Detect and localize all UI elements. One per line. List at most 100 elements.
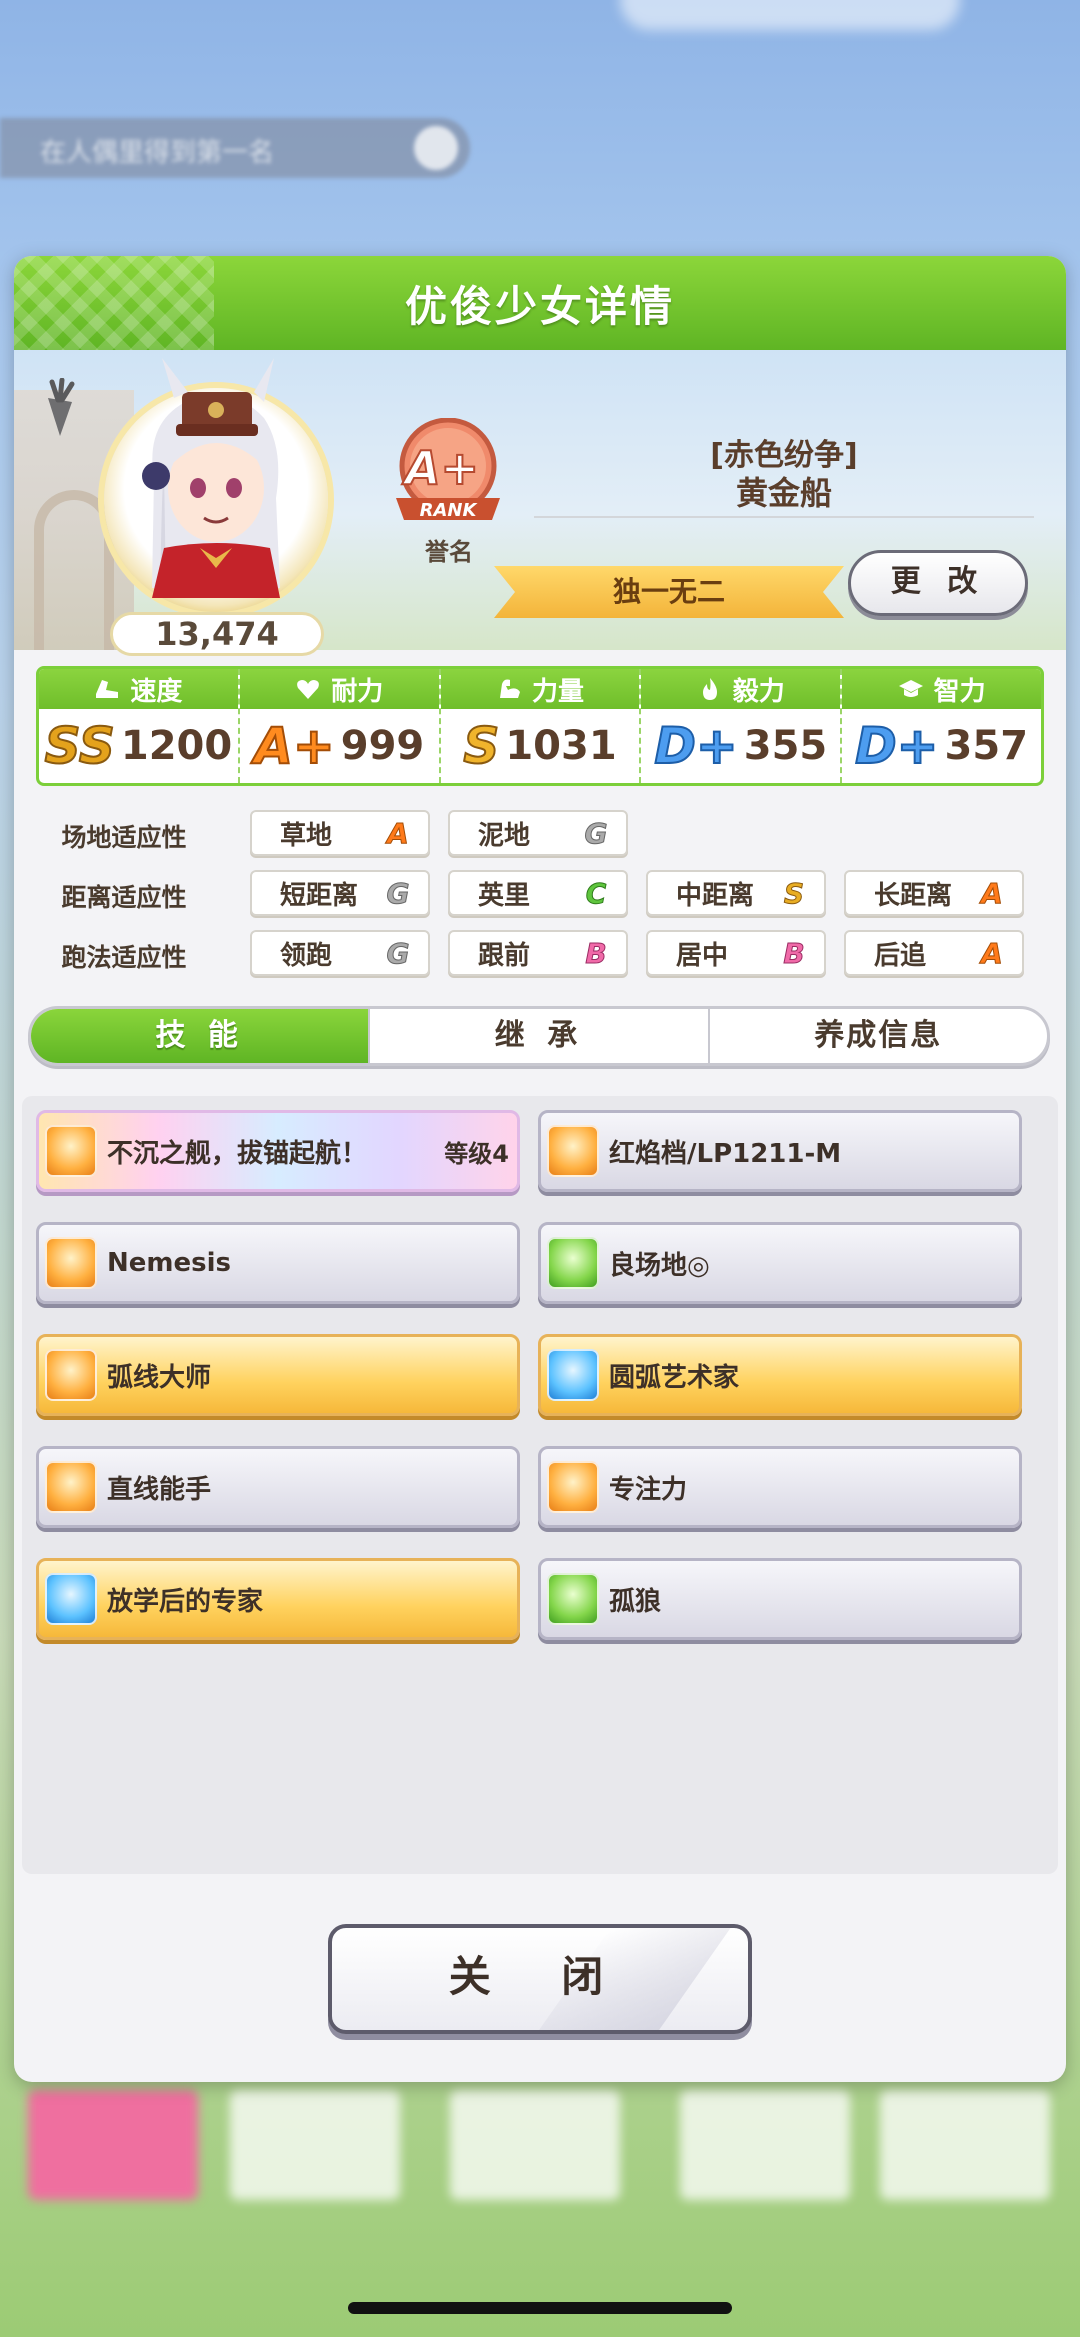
skill-item[interactable]: 专注力 xyxy=(538,1446,1022,1528)
skills-list: 不沉之舰，拔锚起航！ 等级4 红焰档/LP1211-M Nemesis 良场地◎… xyxy=(22,1096,1058,1874)
skill-name: 直线能手 xyxy=(107,1474,212,1505)
stat-label: 智力 xyxy=(933,676,986,707)
aptitude-grade: S xyxy=(783,876,805,910)
stat-grade: A+ xyxy=(253,717,336,775)
stat-power: 力量 S 1031 xyxy=(440,669,642,783)
skill-item[interactable]: 孤狼 xyxy=(538,1558,1022,1640)
rank-name: 誉名 xyxy=(425,538,473,566)
shoe-icon xyxy=(96,680,119,698)
stat-value: 1200 xyxy=(120,723,233,769)
change-title-button[interactable]: 更 改 xyxy=(848,550,1028,616)
stat-body: D+ 355 xyxy=(641,709,840,783)
aptitude-chip: 草地 A xyxy=(250,810,430,856)
tab-training-info[interactable]: 养成信息 xyxy=(710,1009,1047,1063)
aptitude-name: 短距离 xyxy=(280,880,359,911)
skill-item[interactable]: 红焰档/LP1211-M xyxy=(538,1110,1022,1192)
skill-item[interactable]: 良场地◎ xyxy=(538,1222,1022,1304)
name-divider xyxy=(534,516,1034,518)
background-nav-tile xyxy=(230,2090,400,2200)
home-indicator[interactable] xyxy=(348,2302,732,2314)
umamusume-detail-dialog: 优俊少女详情 13,474 A+ RANK 誉名 [赤色纷争] 黄金船 独一无二… xyxy=(14,256,1066,2082)
background-nav-tile xyxy=(680,2090,850,2200)
muscle-icon xyxy=(499,679,520,698)
skill-power-icon xyxy=(547,1237,599,1289)
stat-body: S 1031 xyxy=(441,709,640,783)
skill-recovery-icon xyxy=(45,1573,97,1625)
aptitude-name: 泥地 xyxy=(478,820,531,851)
stat-header: 速度 xyxy=(39,669,238,709)
profile-section: 13,474 A+ RANK 誉名 [赤色纷争] 黄金船 独一无二 更 改 xyxy=(14,350,1066,656)
stat-grade: SS xyxy=(44,717,116,775)
stat-label: 耐力 xyxy=(331,676,384,707)
stats-table: 速度 SS 1200 耐力 A+ 999 力量 S 1031 毅力 D+ 355… xyxy=(36,666,1044,786)
rank-badge-icon: A+ RANK xyxy=(396,418,500,521)
skill-name: 红焰档/LP1211-M xyxy=(609,1138,842,1169)
background-arch xyxy=(34,490,114,650)
rank-badge-grade: A+ xyxy=(402,441,479,495)
stat-grade: D+ xyxy=(653,717,738,775)
background-notification: 在人偶里得到第一名 xyxy=(0,118,470,178)
header-pattern xyxy=(14,256,214,350)
carrot-icon xyxy=(48,378,75,436)
character-portrait[interactable] xyxy=(104,358,328,612)
aptitude-grade: G xyxy=(584,816,608,850)
aptitude-name: 长距离 xyxy=(874,880,953,911)
skill-item[interactable]: 直线能手 xyxy=(36,1446,520,1528)
stat-speed: 速度 SS 1200 xyxy=(39,669,240,783)
evaluation-score: 13,474 xyxy=(110,612,324,656)
aptitude-grade: G xyxy=(386,876,410,910)
aptitude-row-track: 场地适应性 草地 A 泥地 G xyxy=(54,810,1054,860)
skill-speed-icon xyxy=(547,1125,599,1177)
skill-item[interactable]: Nemesis xyxy=(36,1222,520,1304)
close-button[interactable]: 关 闭 xyxy=(328,1924,752,2034)
aptitude-grade: A xyxy=(981,876,1004,910)
stat-grade: D+ xyxy=(854,717,939,775)
aptitude-chip: 中距离 S xyxy=(646,870,826,916)
skill-name: 良场地◎ xyxy=(609,1250,710,1281)
aptitude-chip: 居中 B xyxy=(646,930,826,976)
skill-speed-icon xyxy=(45,1461,97,1513)
flame-icon xyxy=(702,678,717,700)
aptitude-grade: C xyxy=(585,876,607,910)
aptitude-name: 草地 xyxy=(280,820,333,851)
stat-value: 999 xyxy=(340,723,425,769)
tab-skills[interactable]: 技 能 xyxy=(31,1009,371,1063)
character-title-banner: 独一无二 xyxy=(494,566,844,618)
aptitude-label: 场地适应性 xyxy=(61,823,187,852)
skill-item[interactable]: 圆弧艺术家 xyxy=(538,1334,1022,1416)
tab-inheritance[interactable]: 继 承 xyxy=(370,1009,710,1063)
background-cloud xyxy=(620,0,960,30)
skill-name: 专注力 xyxy=(609,1474,688,1505)
close-button-label: 关 闭 xyxy=(448,1952,632,2001)
aptitude-chip: 长距离 A xyxy=(844,870,1024,916)
skill-item[interactable]: 弧线大师 xyxy=(36,1334,520,1416)
heart-icon xyxy=(297,680,320,699)
skill-speed-icon xyxy=(45,1349,97,1401)
stat-header: 毅力 xyxy=(641,669,841,709)
skill-name: 圆弧艺术家 xyxy=(609,1362,740,1393)
skill-item[interactable]: 不沉之舰，拔锚起航！ 等级4 xyxy=(36,1110,520,1192)
aptitude-name: 英里 xyxy=(478,880,531,911)
aptitude-grade: B xyxy=(585,936,607,970)
aptitude-grade: A xyxy=(387,816,410,850)
stat-wisdom: 智力 D+ 357 xyxy=(842,669,1041,783)
background-notification-text: 在人偶里得到第一名 xyxy=(40,138,275,168)
aptitude-chip: 后追 A xyxy=(844,930,1024,976)
detail-tabs: 技 能 继 承 养成信息 xyxy=(28,1006,1050,1066)
background-nav-tile xyxy=(880,2090,1050,2200)
aptitude-name: 后追 xyxy=(874,940,927,971)
stat-value: 355 xyxy=(743,723,828,769)
stat-body: D+ 357 xyxy=(842,709,1041,783)
background-nav-tile xyxy=(450,2090,620,2200)
skill-item[interactable]: 放学后的专家 xyxy=(36,1558,520,1640)
dialog-header: 优俊少女详情 xyxy=(14,256,1066,350)
stat-value: 357 xyxy=(944,723,1029,769)
character-name: 黄金船 xyxy=(735,474,832,512)
skill-speed-icon xyxy=(45,1237,97,1289)
aptitude-grade: G xyxy=(386,936,410,970)
skill-gate-icon xyxy=(547,1461,599,1513)
skill-name: Nemesis xyxy=(107,1248,231,1278)
rank-badge-label: RANK xyxy=(420,500,479,521)
skill-speed-icon xyxy=(45,1125,97,1177)
stat-label: 速度 xyxy=(130,676,183,707)
